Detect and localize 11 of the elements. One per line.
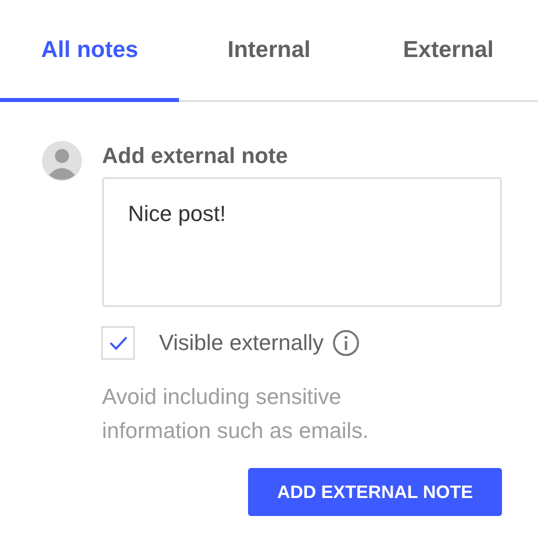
info-icon[interactable] (332, 329, 360, 357)
visible-checkbox[interactable] (101, 326, 135, 360)
checkbox-label: Visible externally (159, 330, 324, 356)
add-note-button[interactable]: ADD EXTERNAL NOTE (248, 468, 502, 516)
avatar-icon (42, 141, 82, 181)
helper-text: Avoid including sensitive information such as emails. (102, 383, 370, 445)
tab[interactable]: Internal (179, 0, 359, 102)
form-title: Add external note (102, 143, 289, 170)
tab[interactable]: All notes (0, 0, 180, 102)
note-input-field[interactable]: Nice post! (102, 177, 502, 307)
tab[interactable]: External (358, 0, 538, 102)
